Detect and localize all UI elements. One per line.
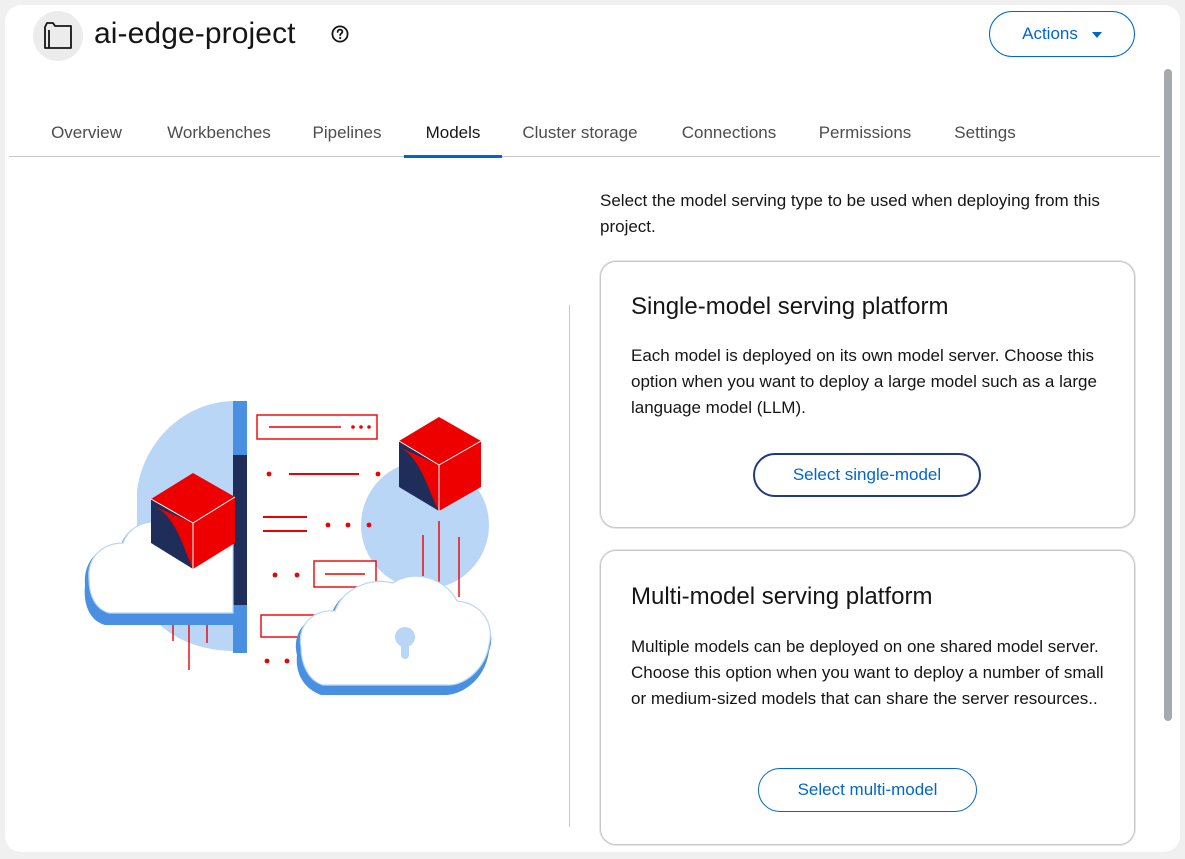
- tab-overview[interactable]: Overview: [9, 109, 164, 157]
- project-folder-icon: [33, 11, 83, 61]
- actions-label: Actions: [1022, 24, 1078, 43]
- tab-pipelines[interactable]: Pipelines: [302, 109, 392, 157]
- tab-settings[interactable]: Settings: [946, 109, 1024, 157]
- multi-model-card: Multi-model serving platform Multiple mo…: [600, 550, 1135, 845]
- tab-workbenches[interactable]: Workbenches: [164, 109, 274, 157]
- tab-connections[interactable]: Connections: [675, 109, 783, 157]
- page-header: ai-edge-project Actions: [5, 5, 1180, 75]
- single-model-title: Single-model serving platform: [631, 293, 949, 320]
- actions-dropdown-button[interactable]: Actions: [989, 11, 1135, 57]
- vertical-scrollbar[interactable]: [1164, 69, 1172, 721]
- caret-down-icon: [1091, 32, 1102, 38]
- serving-type-intro: Select the model serving type to be used…: [600, 191, 1100, 236]
- project-tabs: Overview Workbenches Pipelines Models Cl…: [9, 109, 1160, 158]
- page-title: ai-edge-project: [94, 17, 296, 50]
- tab-models[interactable]: Models: [404, 109, 502, 158]
- vertical-divider: [569, 305, 570, 827]
- help-icon[interactable]: [331, 25, 349, 43]
- multi-model-title: Multi-model serving platform: [631, 583, 933, 610]
- tab-cluster-storage[interactable]: Cluster storage: [515, 109, 645, 157]
- select-single-model-button[interactable]: Select single-model: [753, 453, 981, 497]
- project-details-page: ai-edge-project Actions Overview Workben…: [5, 5, 1180, 852]
- tab-permissions[interactable]: Permissions: [814, 109, 916, 157]
- multi-model-description: Multiple models can be deployed on one s…: [631, 637, 1104, 708]
- model-serving-illustration: [65, 385, 545, 700]
- single-model-card: Single-model serving platform Each model…: [600, 261, 1135, 528]
- select-multi-model-button[interactable]: Select multi-model: [758, 768, 977, 812]
- single-model-description: Each model is deployed on its own model …: [631, 346, 1097, 417]
